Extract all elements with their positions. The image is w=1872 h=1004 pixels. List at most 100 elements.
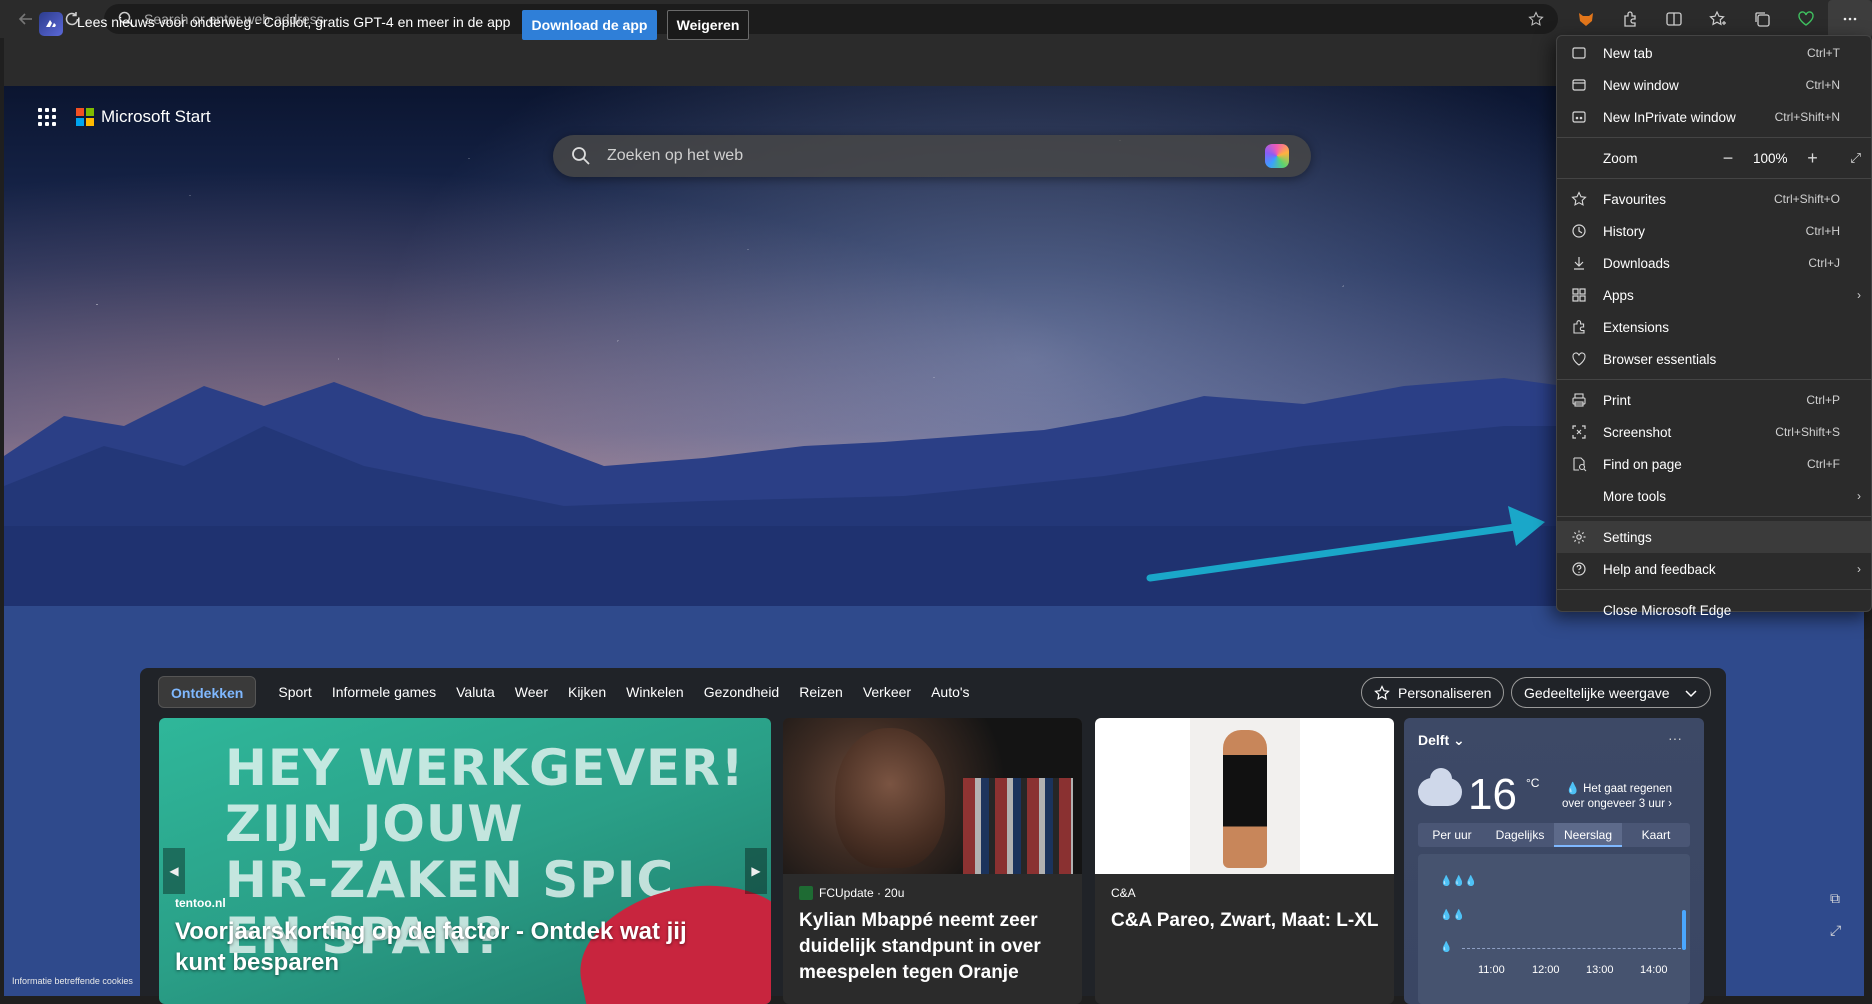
promo-card[interactable]: HEY WERKGEVER! ZIJN JOUW HR-ZAKEN SPIC E…: [159, 718, 771, 1004]
favorite-star-icon[interactable]: [1528, 11, 1544, 27]
menu-downloads[interactable]: Downloads Ctrl+J: [1557, 247, 1871, 279]
promo-text: Lees nieuws voor onderweg - Copilot, gra…: [77, 14, 511, 30]
weather-tab-precipitation[interactable]: Neerslag: [1554, 823, 1622, 847]
tab-ontdekken[interactable]: Ontdekken: [158, 676, 257, 708]
light-rain-icon: 💧: [1440, 942, 1453, 953]
model-figure: [1223, 730, 1267, 868]
expand-icon[interactable]: ⤢: [1830, 922, 1841, 939]
personalize-button[interactable]: Personaliseren: [1361, 677, 1505, 708]
card-title[interactable]: Kylian Mbappé neemt zeer duidelijk stand…: [799, 908, 1069, 986]
decline-button[interactable]: Weigeren: [667, 10, 749, 40]
time-tick: 12:00: [1532, 964, 1560, 976]
tab-kijken[interactable]: Kijken: [558, 676, 616, 708]
download-app-button[interactable]: Download de app: [522, 10, 657, 40]
fox-extension-icon: [1579, 13, 1593, 26]
tab-reizen[interactable]: Reizen: [789, 676, 853, 708]
tab-winkelen[interactable]: Winkelen: [616, 676, 694, 708]
menu-find-on-page[interactable]: Find on page Ctrl+F: [1557, 448, 1871, 480]
menu-history[interactable]: History Ctrl+H: [1557, 215, 1871, 247]
apps-icon: [1567, 283, 1591, 307]
tab-weer[interactable]: Weer: [505, 676, 558, 708]
collections-icon: [1755, 12, 1770, 27]
menu-print[interactable]: Print Ctrl+P: [1557, 384, 1871, 416]
menu-settings[interactable]: Settings: [1557, 521, 1871, 553]
chevron-right-icon: ›: [1857, 288, 1861, 302]
split-screen-button[interactable]: [1652, 0, 1696, 38]
news-feed: Ontdekken Sport Informele games Valuta W…: [140, 668, 1726, 1004]
menu-divider: [1557, 379, 1871, 380]
tab-informele-games[interactable]: Informele games: [322, 676, 446, 708]
web-search-input[interactable]: [607, 145, 1227, 167]
precipitation-chart: 💧💧💧 💧💧 💧 11:00 12:00 13:00 14:00: [1418, 854, 1690, 1004]
tab-verkeer[interactable]: Verkeer: [853, 676, 921, 708]
menu-help-and-feedback[interactable]: Help and feedback ›: [1557, 553, 1871, 585]
web-search-box[interactable]: [553, 135, 1311, 177]
weather-tab-hourly[interactable]: Per uur: [1418, 823, 1486, 847]
close-spacer: [1567, 598, 1591, 622]
browser-essentials-button[interactable]: [1784, 0, 1828, 38]
menu-label: Downloads: [1603, 255, 1670, 271]
brand-title[interactable]: Microsoft Start: [101, 107, 211, 127]
menu-label: Find on page: [1603, 456, 1682, 472]
card-title[interactable]: C&A Pareo, Zwart, Maat: L-XL: [1111, 908, 1381, 934]
menu-shortcut: Ctrl+N: [1805, 78, 1840, 92]
view-mode-label: Gedeeltelijke weergave: [1524, 684, 1670, 701]
carousel-prev-button[interactable]: ◀: [163, 848, 185, 894]
view-mode-dropdown[interactable]: Gedeeltelijke weergave: [1511, 677, 1711, 708]
zoom-in-button[interactable]: +: [1802, 148, 1824, 169]
fullscreen-icon[interactable]: ⤢: [1850, 150, 1861, 166]
extension-fox-button[interactable]: [1564, 0, 1608, 38]
weather-city[interactable]: Delft ⌄: [1418, 732, 1465, 749]
menu-label: Close Microsoft Edge: [1603, 602, 1732, 618]
card-title[interactable]: Voorjaarskorting op de factor - Ontdek w…: [175, 916, 735, 978]
carousel-next-button[interactable]: ▶: [745, 848, 767, 894]
menu-new-inprivate-window[interactable]: New InPrivate window Ctrl+Shift+N: [1557, 101, 1871, 133]
news-card-mbappe[interactable]: FCUpdate · 20u Kylian Mbappé neemt zeer …: [783, 718, 1082, 1004]
menu-close-edge[interactable]: Close Microsoft Edge: [1557, 594, 1871, 626]
cookies-link[interactable]: Informatie betreffende cookies: [12, 976, 133, 986]
weather-tab-daily[interactable]: Dagelijks: [1486, 823, 1554, 847]
new-tab-icon: [1567, 41, 1591, 65]
weather-tab-map[interactable]: Kaart: [1622, 823, 1690, 847]
rain-forecast-note[interactable]: 💧 Het gaat regenen over ongeveer 3 uur ›: [1560, 782, 1672, 812]
shopping-card[interactable]: C&A C&A Pareo, Zwart, Maat: L-XL: [1095, 718, 1394, 1004]
puzzle-icon: [1567, 315, 1591, 339]
menu-label: Apps: [1603, 287, 1634, 303]
time-tick: 13:00: [1586, 964, 1614, 976]
heart-pulse-icon: [1798, 11, 1814, 26]
menu-label: More tools: [1603, 488, 1667, 504]
raindrop-icon: 💧: [1565, 783, 1580, 795]
menu-divider: [1557, 137, 1871, 138]
menu-extensions[interactable]: Extensions: [1557, 311, 1871, 343]
menu-zoom: Zoom − 100% + ⤢: [1557, 142, 1871, 174]
tab-sport[interactable]: Sport: [268, 676, 321, 708]
card-source: FCUpdate · 20u: [819, 886, 905, 900]
favourites-icon: [1567, 187, 1591, 211]
app-launcher-icon[interactable]: [38, 108, 56, 126]
chart-baseline: [1462, 948, 1686, 949]
menu-more-tools[interactable]: More tools ›: [1557, 480, 1871, 512]
feedback-icon[interactable]: ⧉: [1830, 890, 1840, 907]
menu-label: Favourites: [1603, 191, 1667, 207]
collections-button[interactable]: [1740, 0, 1784, 38]
weather-more-button[interactable]: ···: [1668, 730, 1682, 746]
player-face: [835, 728, 945, 868]
settings-and-more-menu: New tab Ctrl+T New window Ctrl+N New InP…: [1556, 35, 1872, 618]
menu-new-window[interactable]: New window Ctrl+N: [1557, 69, 1871, 101]
tab-valuta[interactable]: Valuta: [446, 676, 505, 708]
settings-and-more-button[interactable]: [1828, 0, 1872, 38]
cloud-icon: [1418, 768, 1462, 806]
weather-widget[interactable]: Delft ⌄ ··· 16 °C 💧 Het gaat regenen ove…: [1404, 718, 1704, 1004]
zoom-out-button[interactable]: −: [1717, 148, 1739, 169]
menu-browser-essentials[interactable]: Browser essentials: [1557, 343, 1871, 375]
extensions-button[interactable]: [1608, 0, 1652, 38]
favorites-button[interactable]: [1696, 0, 1740, 38]
menu-apps[interactable]: Apps ›: [1557, 279, 1871, 311]
tab-autos[interactable]: Auto's: [921, 676, 979, 708]
copilot-icon[interactable]: [1265, 144, 1289, 168]
menu-new-tab[interactable]: New tab Ctrl+T: [1557, 37, 1871, 69]
menu-shortcut: Ctrl+F: [1807, 457, 1840, 471]
menu-screenshot[interactable]: Screenshot Ctrl+Shift+S: [1557, 416, 1871, 448]
tab-gezondheid[interactable]: Gezondheid: [694, 676, 790, 708]
menu-favourites[interactable]: Favourites Ctrl+Shift+O: [1557, 183, 1871, 215]
